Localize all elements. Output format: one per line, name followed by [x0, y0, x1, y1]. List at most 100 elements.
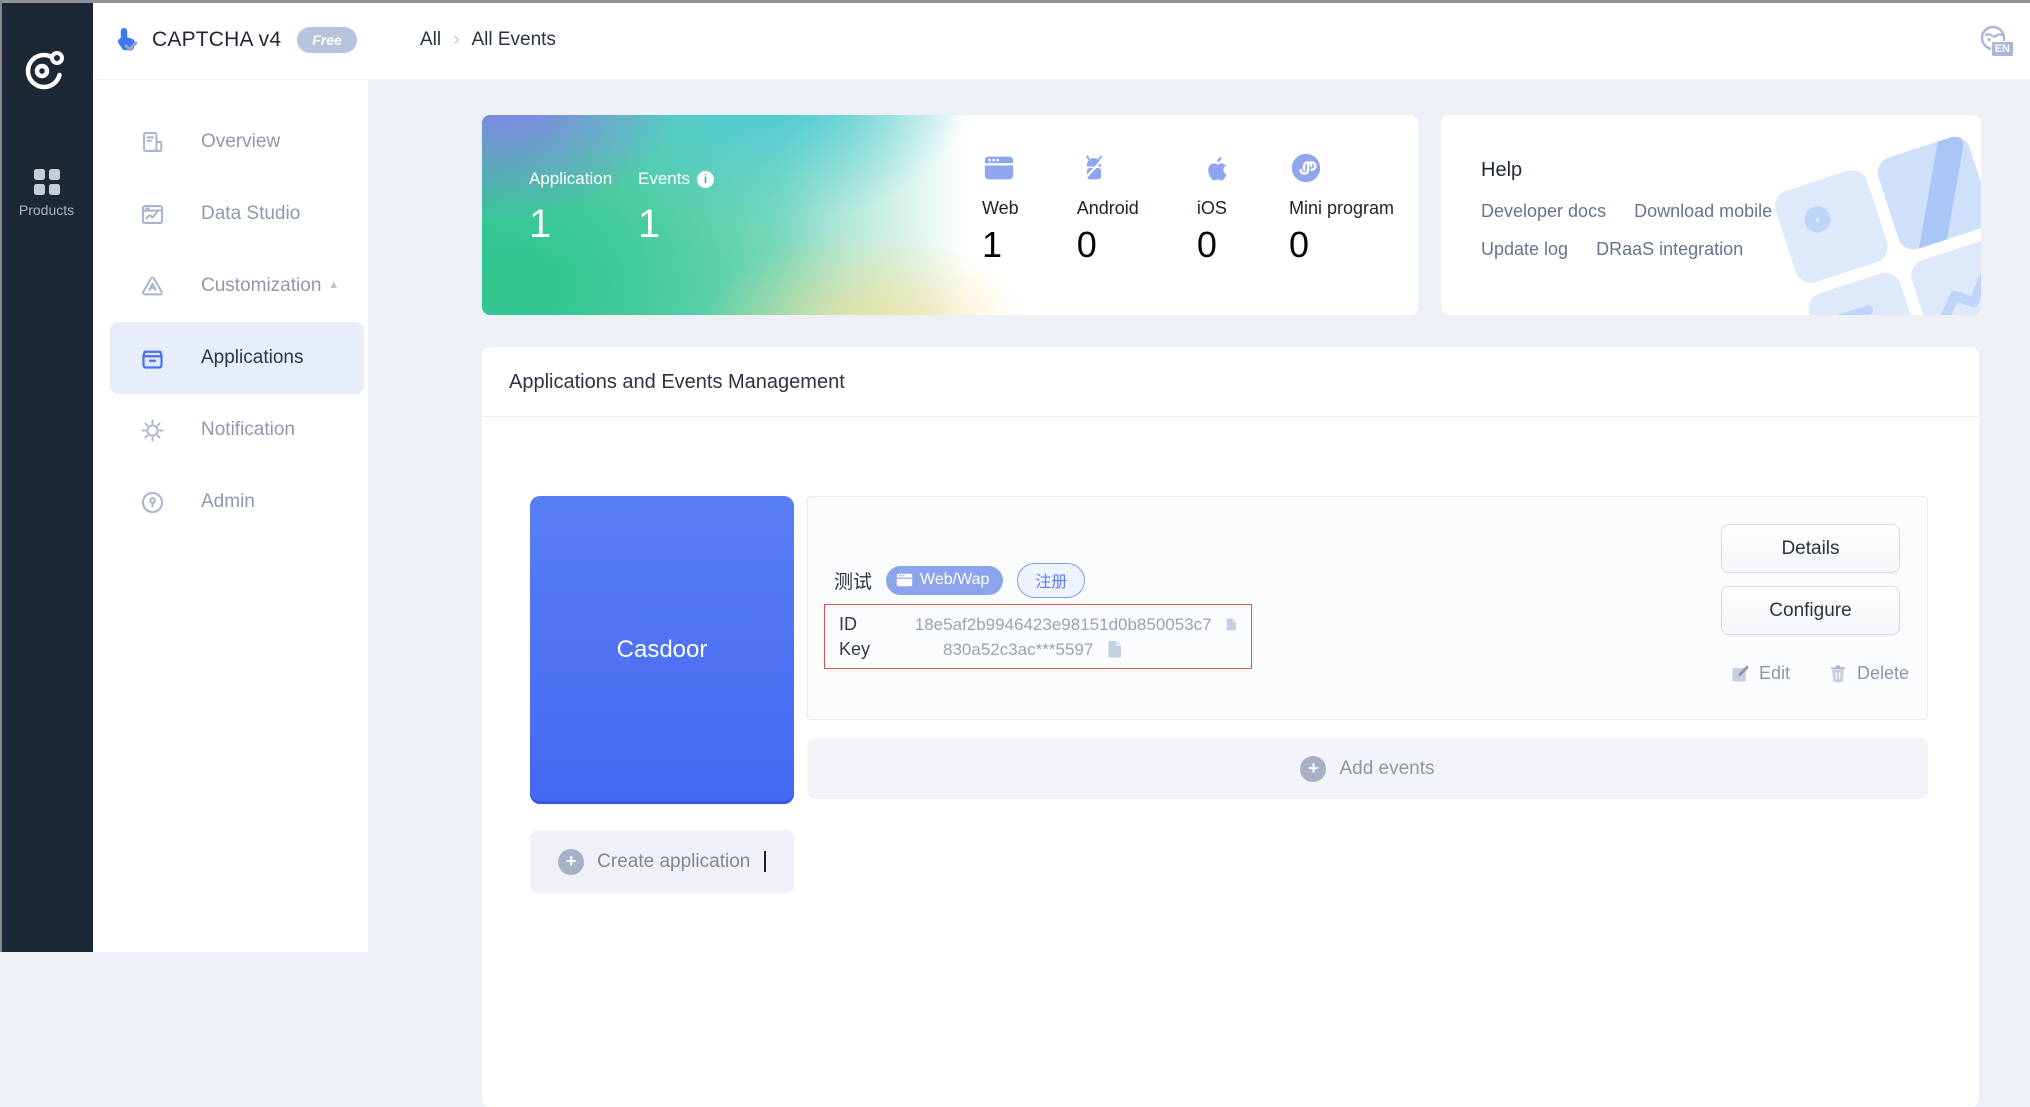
data-studio-icon	[139, 201, 166, 228]
stats-card: Application 1 Events i 1 Web 1	[482, 115, 1418, 315]
events-stat: Events i 1	[638, 169, 714, 247]
window-edge	[0, 0, 2, 952]
edit-action[interactable]: Edit	[1730, 663, 1790, 684]
help-link-draas[interactable]: DRaaS integration	[1596, 239, 1743, 260]
configure-button[interactable]: Configure	[1721, 586, 1900, 635]
sidebar-item-overview[interactable]: Overview	[110, 106, 364, 178]
create-application-button[interactable]: + Create application	[530, 830, 794, 893]
notification-icon	[139, 417, 166, 444]
sidebar-item-admin[interactable]: Admin	[110, 466, 364, 538]
key-value: 830a52c3ac***5597	[943, 640, 1093, 660]
sidebar-nav: Overview Data Studio Customization ▲ App…	[93, 106, 368, 538]
sidebar-item-label: Notification	[201, 419, 295, 441]
breadcrumb: All › All Events	[420, 0, 556, 80]
product-rail: Products	[0, 0, 93, 952]
sidebar-item-applications[interactable]: Applications	[110, 322, 364, 394]
products-label: Products	[0, 202, 93, 218]
sidebar-item-notification[interactable]: Notification	[110, 394, 364, 466]
content-area: Application 1 Events i 1 Web 1	[368, 80, 2030, 952]
platform-ios: iOS 0	[1197, 151, 1231, 266]
platform-value: 0	[1197, 224, 1231, 266]
copy-icon[interactable]	[1106, 640, 1123, 659]
platform-mini-program: Mini program 0	[1289, 151, 1394, 266]
application-name: Casdoor	[617, 636, 708, 664]
events-stat-value: 1	[638, 202, 714, 247]
breadcrumb-current: All Events	[471, 29, 555, 51]
platform-stats: Web 1 Android 0 iOS 0	[982, 151, 1394, 266]
help-illustration	[1771, 129, 1981, 315]
application-stat: Application 1	[529, 169, 612, 247]
key-label: Key	[839, 639, 943, 660]
help-link-update-log[interactable]: Update log	[1481, 239, 1568, 260]
sidebar-item-data-studio[interactable]: Data Studio	[110, 178, 364, 250]
add-events-label: Add events	[1339, 758, 1434, 780]
plus-icon: +	[558, 849, 584, 875]
platform-value: 1	[982, 224, 1019, 266]
geetest-logo-icon[interactable]	[21, 47, 67, 93]
products-menu[interactable]: Products	[0, 167, 93, 218]
android-icon	[1077, 151, 1111, 185]
platform-label: Web	[982, 198, 1019, 219]
id-row: ID 18e5af2b9946423e98151d0b850053c7	[839, 612, 1237, 637]
platform-label: Mini program	[1289, 198, 1394, 219]
platform-tag: Web/Wap	[886, 566, 1003, 595]
help-link-developer-docs[interactable]: Developer docs	[1481, 201, 1606, 222]
window-edge	[0, 0, 2030, 3]
event-panel: 测试 Web/Wap 注册 ID 18e5af2b9946423e98151d0…	[807, 496, 1928, 720]
id-label: ID	[839, 614, 915, 635]
sidebar-item-label: Data Studio	[201, 203, 300, 225]
apple-icon	[1197, 151, 1231, 185]
platform-label: Android	[1077, 198, 1139, 219]
plus-icon: +	[1300, 756, 1326, 782]
add-events-button[interactable]: + Add events	[807, 738, 1928, 799]
key-row: Key 830a52c3ac***5597	[839, 637, 1237, 662]
platform-value: 0	[1077, 224, 1139, 266]
web-icon	[982, 151, 1016, 185]
help-title: Help	[1481, 159, 1522, 182]
plan-badge: Free	[297, 27, 357, 53]
platform-android: Android 0	[1077, 151, 1139, 266]
info-icon[interactable]: i	[697, 171, 714, 188]
chevron-right-icon: ›	[453, 29, 459, 51]
products-grid-icon	[34, 169, 60, 195]
platform-web: Web 1	[982, 151, 1019, 266]
mini-program-icon	[1289, 151, 1323, 185]
top-header: All › All Events EN	[368, 0, 2030, 80]
event-name: 测试	[834, 567, 872, 594]
sidebar-item-label: Customization	[201, 275, 321, 297]
delete-action[interactable]: Delete	[1828, 663, 1909, 684]
application-tile[interactable]: Casdoor	[530, 496, 794, 804]
credentials-box: ID 18e5af2b9946423e98151d0b850053c7 Key …	[824, 604, 1252, 669]
sidebar-item-label: Applications	[201, 347, 303, 369]
trash-icon	[1828, 664, 1848, 684]
platform-tag-label: Web/Wap	[920, 571, 989, 589]
customization-icon	[139, 273, 166, 300]
details-button[interactable]: Details	[1721, 524, 1900, 573]
sidebar: CAPTCHA v4 Free Overview Data Studio Cus…	[93, 0, 368, 952]
event-type-tag: 注册	[1017, 563, 1085, 598]
management-title: Applications and Events Management	[482, 347, 1979, 417]
admin-icon	[139, 489, 166, 516]
breadcrumb-root[interactable]: All	[420, 29, 441, 51]
help-card: Help Developer docs Download mobile SDK …	[1441, 115, 1981, 315]
copy-icon[interactable]	[1225, 615, 1237, 634]
management-card: Applications and Events Management Casdo…	[482, 347, 1979, 1107]
id-value: 18e5af2b9946423e98151d0b850053c7	[915, 615, 1212, 635]
sidebar-item-label: Admin	[201, 491, 255, 513]
web-tag-icon	[896, 573, 913, 587]
delete-label: Delete	[1857, 663, 1909, 684]
overview-icon	[139, 129, 166, 156]
language-switcher[interactable]: EN	[1980, 25, 2014, 57]
language-label: EN	[1991, 41, 2014, 57]
sidebar-header: CAPTCHA v4 Free	[93, 0, 368, 80]
collapse-arrow-icon[interactable]: ▲	[328, 279, 339, 291]
application-stat-value: 1	[529, 202, 612, 247]
captcha-pointer-icon	[114, 26, 142, 54]
product-title: CAPTCHA v4	[152, 28, 281, 52]
create-application-label: Create application	[597, 851, 750, 873]
sidebar-item-customization[interactable]: Customization ▲	[110, 250, 364, 322]
platform-value: 0	[1289, 224, 1394, 266]
application-stat-label: Application	[529, 169, 612, 189]
platform-label: iOS	[1197, 198, 1231, 219]
applications-icon	[139, 345, 166, 372]
